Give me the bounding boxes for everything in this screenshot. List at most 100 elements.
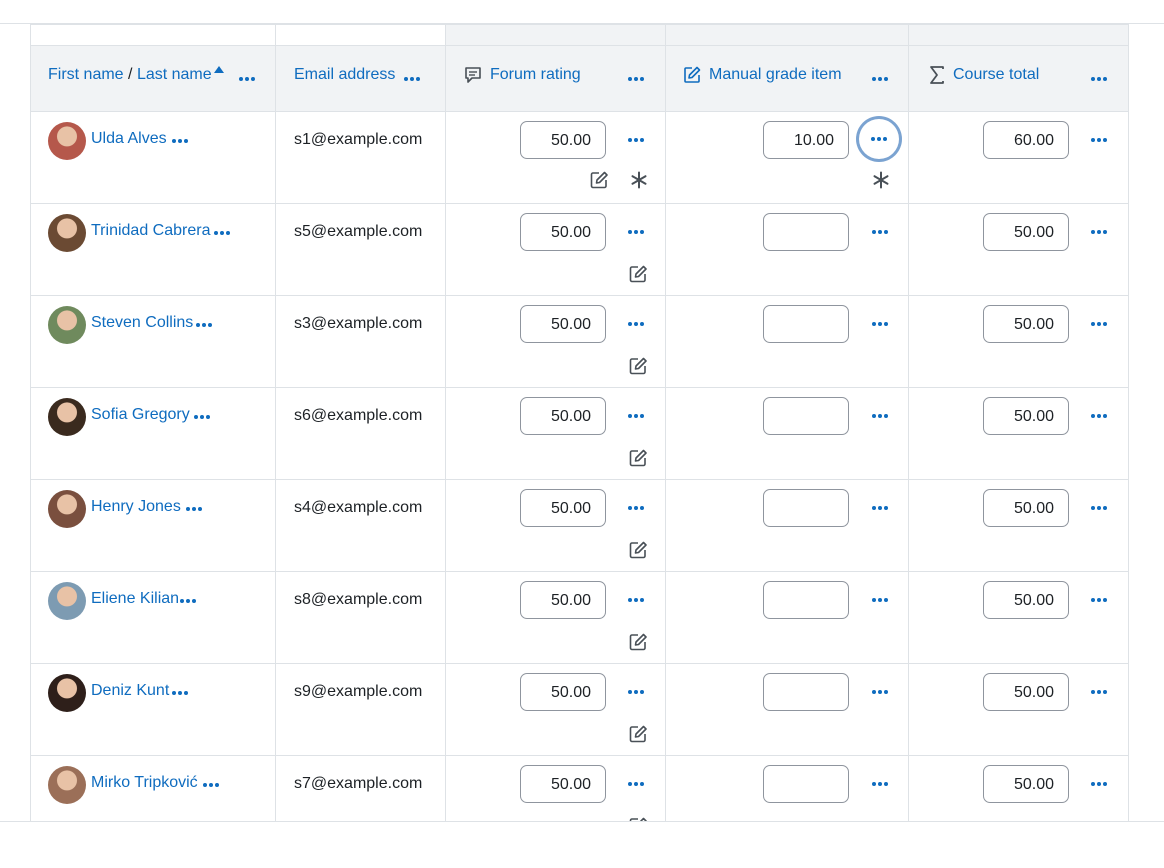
forum-grade-input[interactable]: 50.00 — [520, 121, 606, 159]
total-header[interactable]: Course total — [929, 66, 1039, 84]
avatar[interactable] — [48, 214, 86, 252]
student-menu-button[interactable] — [193, 318, 215, 332]
student-name-link[interactable]: Sofia Gregory — [91, 406, 190, 424]
forum-column-menu-button[interactable] — [625, 72, 647, 86]
student-name-link[interactable]: Henry Jones — [91, 498, 181, 516]
forum-cell-menu-button[interactable] — [625, 777, 647, 791]
total-column-menu-button[interactable] — [1088, 72, 1110, 86]
manual-cell-menu-button[interactable] — [869, 777, 891, 791]
forum-cell-menu-button[interactable] — [625, 225, 647, 239]
student-menu-button[interactable] — [169, 134, 191, 148]
manual-grade-input[interactable] — [763, 213, 849, 251]
student-menu-button[interactable] — [211, 226, 233, 240]
forum-grade-input[interactable]: 50.00 — [520, 213, 606, 251]
course-total-input[interactable]: 50.00 — [983, 397, 1069, 435]
manual-column-menu-button[interactable] — [869, 72, 891, 86]
edit-icon[interactable] — [628, 356, 648, 376]
name-column-menu-button[interactable] — [236, 72, 258, 86]
student-name-link[interactable]: Trinidad Cabrera — [91, 222, 210, 240]
manual-cell-menu-button[interactable] — [869, 317, 891, 331]
manual-grade-input[interactable] — [763, 673, 849, 711]
manual-cell-menu-button[interactable] — [869, 593, 891, 607]
edit-icon[interactable] — [628, 264, 648, 284]
student-menu-button[interactable] — [177, 594, 199, 608]
manual-grade-input[interactable] — [763, 397, 849, 435]
avatar[interactable] — [48, 398, 86, 436]
total-cell-menu-button[interactable] — [1088, 685, 1110, 699]
email-cell: s3@example.com — [275, 295, 446, 388]
manual-header[interactable]: Manual grade item — [683, 66, 842, 84]
edit-icon[interactable] — [628, 540, 648, 560]
manual-grade-input[interactable]: 10.00 — [763, 121, 849, 159]
forum-grade-input[interactable]: 50.00 — [520, 765, 606, 803]
manual-grade-cell — [665, 203, 909, 296]
manual-grade-input[interactable] — [763, 489, 849, 527]
student-row: Ulda Alves s1@example.com 50.00 10.00 60.00 — [30, 111, 1129, 204]
student-name-link[interactable]: Ulda Alves — [91, 130, 167, 148]
course-total-input[interactable]: 50.00 — [983, 765, 1069, 803]
course-total-input[interactable]: 50.00 — [983, 489, 1069, 527]
edit-icon[interactable] — [628, 632, 648, 652]
avatar[interactable] — [48, 582, 86, 620]
student-name-link[interactable]: Eliene Kilian — [91, 590, 179, 608]
email-header-label[interactable]: Email address — [294, 66, 395, 84]
overridden-asterisk-icon — [630, 171, 648, 189]
total-cell-menu-button[interactable] — [1088, 501, 1110, 515]
student-name-link[interactable]: Steven Collins — [91, 314, 193, 332]
forum-header[interactable]: Forum rating — [464, 66, 581, 84]
total-cell-menu-button[interactable] — [1088, 133, 1110, 147]
forum-cell-menu-button[interactable] — [625, 133, 647, 147]
course-total-input[interactable]: 60.00 — [983, 121, 1069, 159]
avatar[interactable] — [48, 306, 86, 344]
sort-last-name-link[interactable]: Last name — [137, 66, 212, 83]
avatar[interactable] — [48, 766, 86, 804]
course-total-input[interactable]: 50.00 — [983, 305, 1069, 343]
category-cell-empty — [30, 24, 276, 46]
edit-icon[interactable] — [628, 448, 648, 468]
manual-cell-menu-button[interactable] — [859, 119, 899, 159]
total-cell-menu-button[interactable] — [1088, 225, 1110, 239]
manual-grade-input[interactable] — [763, 581, 849, 619]
forum-grade-input[interactable]: 50.00 — [520, 397, 606, 435]
manual-cell-menu-button[interactable] — [869, 409, 891, 423]
manual-grade-input[interactable] — [763, 765, 849, 803]
sort-first-name-link[interactable]: First name — [48, 66, 124, 83]
forum-grade-input[interactable]: 50.00 — [520, 305, 606, 343]
total-cell-menu-button[interactable] — [1088, 409, 1110, 423]
student-menu-button[interactable] — [200, 778, 222, 792]
course-total-input[interactable]: 50.00 — [983, 581, 1069, 619]
forum-cell-menu-button[interactable] — [625, 409, 647, 423]
avatar[interactable] — [48, 490, 86, 528]
student-menu-button[interactable] — [183, 502, 205, 516]
total-cell-menu-button[interactable] — [1088, 777, 1110, 791]
manual-cell-menu-button[interactable] — [869, 225, 891, 239]
forum-cell-menu-button[interactable] — [625, 317, 647, 331]
forum-grade-cell: 50.00 — [445, 571, 666, 664]
forum-cell-menu-button[interactable] — [625, 501, 647, 515]
student-name-link[interactable]: Deniz Kunt — [91, 682, 169, 700]
avatar[interactable] — [48, 674, 86, 712]
student-row: Henry Jones s4@example.com 50.00 50.00 — [30, 479, 1129, 572]
forum-grade-input[interactable]: 50.00 — [520, 673, 606, 711]
edit-icon[interactable] — [628, 724, 648, 744]
manual-cell-menu-button[interactable] — [869, 685, 891, 699]
edit-icon[interactable] — [589, 170, 609, 190]
email-cell: s1@example.com — [275, 111, 446, 204]
course-total-input[interactable]: 50.00 — [983, 673, 1069, 711]
student-menu-button[interactable] — [191, 410, 213, 424]
total-cell-menu-button[interactable] — [1088, 593, 1110, 607]
forum-cell-menu-button[interactable] — [625, 593, 647, 607]
forum-grade-input[interactable]: 50.00 — [520, 581, 606, 619]
forum-grade-input[interactable]: 50.00 — [520, 489, 606, 527]
student-menu-button[interactable] — [169, 686, 191, 700]
forum-cell-menu-button[interactable] — [625, 685, 647, 699]
manual-grade-input[interactable] — [763, 305, 849, 343]
manual-cell-menu-button[interactable] — [869, 501, 891, 515]
avatar[interactable] — [48, 122, 86, 160]
email-column-menu-button[interactable] — [401, 72, 423, 86]
student-row: Sofia Gregory s6@example.com 50.00 50.00 — [30, 387, 1129, 480]
course-total-input[interactable]: 50.00 — [983, 213, 1069, 251]
student-name-link[interactable]: Mirko Tripković — [91, 774, 198, 792]
total-cell-menu-button[interactable] — [1088, 317, 1110, 331]
manual-grade-cell — [665, 295, 909, 388]
